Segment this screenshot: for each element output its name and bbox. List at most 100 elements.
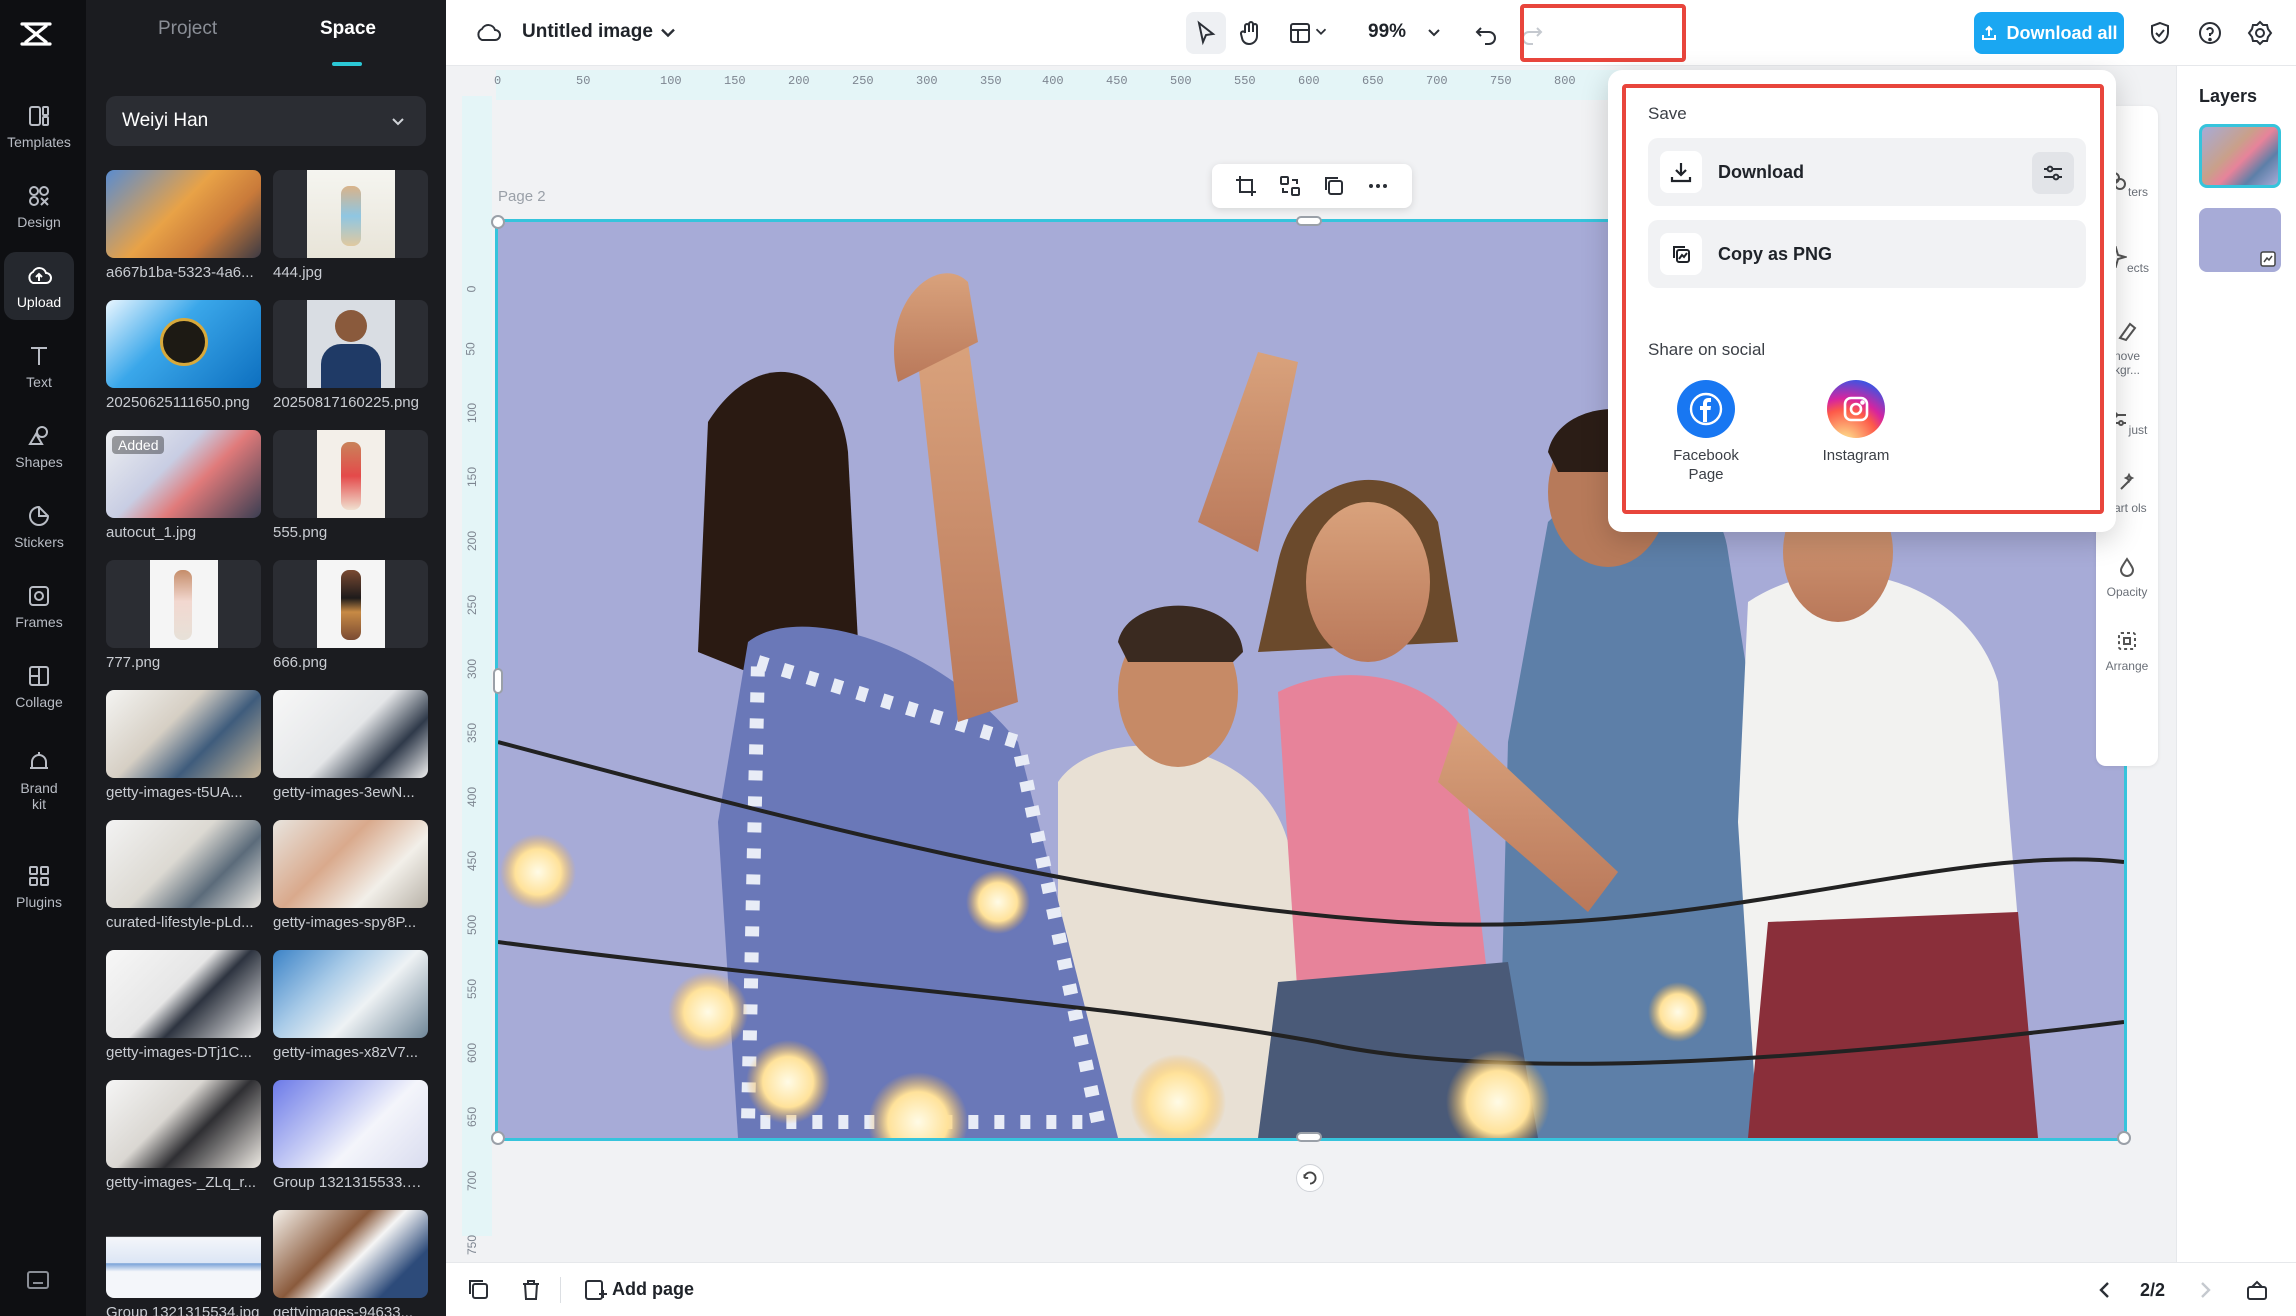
asset-tile[interactable]: getty-images-x8zV7... bbox=[273, 950, 428, 1061]
asset-thumbnail bbox=[273, 300, 428, 388]
add-page-icon[interactable] bbox=[582, 1277, 608, 1303]
asset-thumbnail: Added bbox=[106, 430, 261, 518]
layer-background[interactable] bbox=[2199, 208, 2281, 272]
resize-handle-br[interactable] bbox=[2117, 1131, 2131, 1145]
collage-icon bbox=[29, 666, 49, 686]
rotate-icon[interactable] bbox=[1296, 1164, 1324, 1192]
add-page-button[interactable]: Add page bbox=[612, 1279, 694, 1300]
asset-tabs: Project Space bbox=[86, 0, 446, 70]
asset-thumbnail bbox=[273, 1080, 428, 1168]
tab-space[interactable]: Space bbox=[320, 18, 376, 40]
crop-icon[interactable] bbox=[1234, 174, 1258, 198]
rail-brand-kit[interactable]: Brand kit bbox=[4, 740, 74, 820]
rail-plugins[interactable]: Plugins bbox=[4, 852, 74, 920]
rail-upload[interactable]: Upload bbox=[4, 252, 74, 320]
active-tab-indicator bbox=[332, 62, 362, 66]
ruler-tick: 750 bbox=[1490, 74, 1512, 88]
ruler-tick: 300 bbox=[465, 658, 480, 680]
undo-icon[interactable] bbox=[1472, 19, 1500, 47]
resize-handle-top[interactable] bbox=[1296, 216, 1322, 226]
select-tool-button[interactable] bbox=[1186, 12, 1226, 54]
tab-project[interactable]: Project bbox=[158, 18, 217, 40]
resize-handle-left[interactable] bbox=[493, 668, 503, 694]
asset-name: 666.png bbox=[273, 654, 328, 671]
pages-view-icon[interactable] bbox=[2244, 1277, 2270, 1303]
layout-icon[interactable] bbox=[1286, 19, 1314, 47]
rail-frames[interactable]: Frames bbox=[4, 572, 74, 640]
delete-trash-icon[interactable] bbox=[518, 1277, 544, 1303]
resize-handle-bottom[interactable] bbox=[1296, 1132, 1322, 1142]
chevron-down-icon[interactable] bbox=[1424, 22, 1444, 42]
space-dropdown[interactable]: Weiyi Han bbox=[106, 96, 426, 146]
chevron-left-icon[interactable] bbox=[2092, 1277, 2118, 1303]
rail-label: Upload bbox=[16, 294, 62, 310]
shield-check-icon[interactable] bbox=[2146, 19, 2174, 47]
asset-name: gettyimages-94633... bbox=[273, 1304, 414, 1316]
asset-tile[interactable]: Added autocut_1.jpg bbox=[106, 430, 261, 541]
ruler-tick: 0 bbox=[494, 74, 502, 88]
left-nav-rail: Templates Design Upload Text Shapes Stic… bbox=[0, 0, 86, 1316]
asset-thumbnail bbox=[106, 690, 261, 778]
asset-tile[interactable]: 777.png bbox=[106, 560, 261, 671]
asset-tile[interactable]: getty-images-3ewN... bbox=[273, 690, 428, 801]
asset-tile[interactable]: 20250817160225.png bbox=[273, 300, 428, 411]
asset-thumbnail bbox=[273, 1210, 428, 1298]
chevron-down-icon[interactable] bbox=[656, 20, 680, 44]
cloud-saved-icon[interactable] bbox=[474, 19, 502, 47]
brand-kit-icon bbox=[30, 752, 48, 769]
replace-icon[interactable] bbox=[1278, 174, 1302, 198]
asset-tile[interactable]: 20250625111650.png bbox=[106, 300, 261, 411]
tool-opacity[interactable]: Opacity bbox=[2096, 556, 2158, 599]
asset-tile[interactable]: getty-images-t5UA... bbox=[106, 690, 261, 801]
asset-tile[interactable]: getty-images-DTj1C... bbox=[106, 950, 261, 1061]
ruler-tick: 450 bbox=[465, 850, 480, 872]
rail-collage[interactable]: Collage bbox=[4, 652, 74, 720]
rail-shapes[interactable]: Shapes bbox=[4, 412, 74, 480]
asset-tile[interactable]: getty-images-_ZLq_r... bbox=[106, 1080, 261, 1191]
asset-tile[interactable]: 666.png bbox=[273, 560, 428, 671]
zoom-level[interactable]: 99% bbox=[1368, 21, 1406, 43]
ruler-tick: 600 bbox=[465, 1042, 480, 1064]
smart-tools-icon bbox=[2120, 472, 2135, 490]
ruler-tick: 500 bbox=[1170, 74, 1192, 88]
more-options-icon[interactable] bbox=[1366, 174, 1390, 198]
tool-arrange[interactable]: Arrange bbox=[2096, 630, 2158, 673]
resize-handle-tl[interactable] bbox=[491, 215, 505, 229]
asset-tile[interactable]: 555.png bbox=[273, 430, 428, 541]
rail-stickers[interactable]: Stickers bbox=[4, 492, 74, 560]
asset-thumbnail bbox=[106, 170, 261, 258]
asset-tile[interactable]: Group 1321315534.jpg bbox=[106, 1210, 261, 1316]
asset-tile[interactable]: curated-lifestyle-pLd... bbox=[106, 820, 261, 931]
hand-pan-icon[interactable] bbox=[1236, 19, 1264, 47]
ruler-tick: 550 bbox=[1234, 74, 1256, 88]
layer-photo[interactable] bbox=[2199, 124, 2281, 188]
resize-handle-bl[interactable] bbox=[491, 1131, 505, 1145]
asset-tile[interactable]: a667b1ba-5323-4a6... bbox=[106, 170, 261, 281]
asset-tile[interactable]: getty-images-spy8P... bbox=[273, 820, 428, 931]
asset-tile[interactable]: Group 1321315533.png bbox=[273, 1080, 428, 1191]
document-title[interactable]: Untitled image bbox=[522, 21, 653, 43]
duplicate-icon[interactable] bbox=[1322, 174, 1346, 198]
duplicate-page-icon[interactable] bbox=[466, 1277, 492, 1303]
ruler-tick: 150 bbox=[724, 74, 746, 88]
ruler-tick: 500 bbox=[465, 914, 480, 936]
ruler-tick: 600 bbox=[1298, 74, 1320, 88]
ruler-tick: 400 bbox=[465, 786, 480, 808]
keyboard-icon[interactable] bbox=[24, 1266, 52, 1294]
popover-highlight bbox=[1622, 84, 2104, 514]
chevron-down-icon bbox=[392, 118, 404, 126]
download-all-button[interactable]: Download all bbox=[1974, 12, 2124, 54]
asset-name: 20250817160225.png bbox=[273, 394, 419, 411]
sticker-icon bbox=[29, 505, 50, 526]
asset-tile[interactable]: gettyimages-94633... bbox=[273, 1210, 428, 1316]
ruler-tick: 150 bbox=[465, 466, 480, 488]
settings-gear-icon[interactable] bbox=[2246, 19, 2274, 47]
rail-design[interactable]: Design bbox=[4, 172, 74, 240]
rail-text[interactable]: Text bbox=[4, 332, 74, 400]
rail-templates[interactable]: Templates bbox=[4, 92, 74, 160]
help-icon[interactable] bbox=[2196, 19, 2224, 47]
asset-thumbnail bbox=[106, 560, 261, 648]
chevron-right-icon[interactable] bbox=[2192, 1277, 2218, 1303]
asset-tile[interactable]: 444.jpg bbox=[273, 170, 428, 281]
chevron-down-icon[interactable] bbox=[1312, 22, 1330, 40]
